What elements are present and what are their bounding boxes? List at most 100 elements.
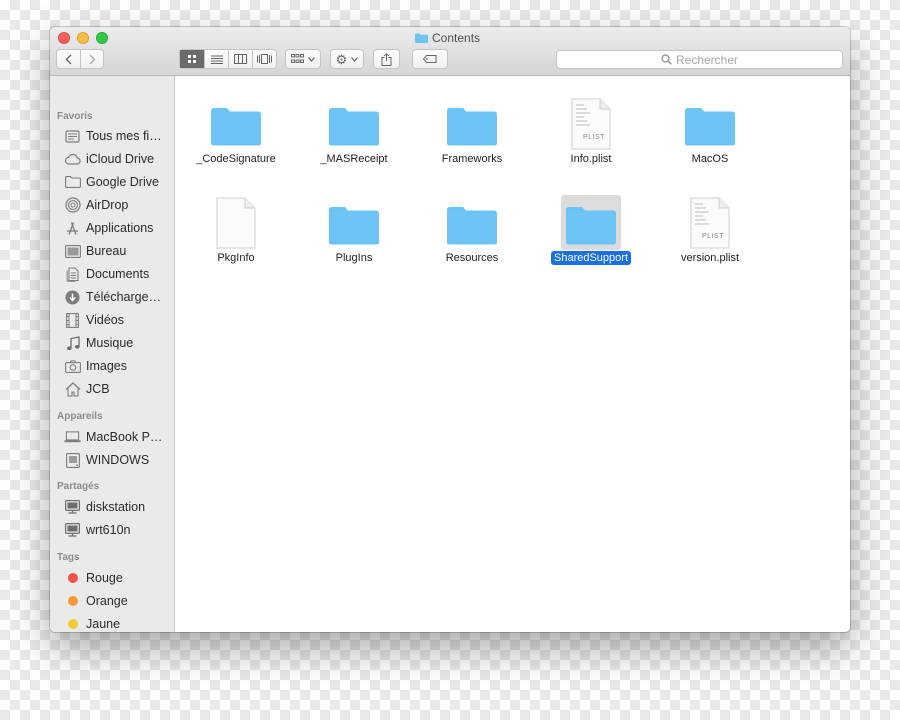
file-thumbnail xyxy=(561,195,621,250)
window-title: Contents xyxy=(415,31,480,45)
file-type-badge: PLIST xyxy=(583,134,605,141)
file-thumbnail: PLIST xyxy=(561,96,621,151)
list-view-button[interactable] xyxy=(204,50,228,68)
column-view-button[interactable] xyxy=(227,50,252,68)
download-icon xyxy=(64,289,81,305)
sidebar-item-images[interactable]: Images xyxy=(50,355,174,377)
file-item[interactable]: SharedSupport xyxy=(532,185,650,275)
sidebar-item-macbook-p[interactable]: MacBook P… xyxy=(50,426,174,448)
coverflow-view-button[interactable] xyxy=(251,50,277,68)
sidebar-item-icloud-drive[interactable]: iCloud Drive xyxy=(50,148,174,170)
file-item[interactable]: _CodeSignature xyxy=(177,86,295,176)
sidebar-item-label: Rouge xyxy=(86,571,123,585)
document-icon xyxy=(216,197,256,249)
sidebar-item-jcb[interactable]: JCB xyxy=(50,378,174,400)
icon-grid-icon xyxy=(188,55,197,63)
file-name-text: _CodeSignature xyxy=(196,153,276,165)
sidebar-item-google-drive[interactable]: Google Drive xyxy=(50,171,174,193)
folder-icon xyxy=(447,108,497,146)
sidebar-heading-partag-s: Partagés xyxy=(57,481,100,492)
file-thumbnail xyxy=(442,195,502,250)
file-item[interactable]: PlugIns xyxy=(295,185,413,275)
folder-icon xyxy=(211,108,261,146)
folder-icon xyxy=(415,33,428,43)
gear-icon: ⚙ xyxy=(335,51,348,67)
forward-button[interactable] xyxy=(80,50,103,68)
sidebar-item-label: Applications xyxy=(86,221,154,235)
all-files-icon xyxy=(64,128,81,144)
file-item[interactable]: PLIST version.plist xyxy=(651,185,769,275)
sidebar-item-orange[interactable]: Orange xyxy=(50,590,174,612)
file-icon-grid: _CodeSignature _MASReceipt Frameworks PLIST… xyxy=(175,76,850,632)
back-button[interactable] xyxy=(57,50,80,68)
tag-button[interactable] xyxy=(412,49,448,69)
sidebar-item-windows[interactable]: WINDOWS xyxy=(50,449,174,471)
desktop-icon xyxy=(64,243,81,259)
plist-document-icon xyxy=(690,197,730,249)
file-name: _CodeSignature xyxy=(177,153,295,165)
icon-view-button[interactable] xyxy=(180,50,205,68)
file-name-text: PkgInfo xyxy=(217,252,255,264)
toolbar: Contents ⚙ Rechercher xyxy=(50,27,850,76)
file-item[interactable]: MacOS xyxy=(651,86,769,176)
file-name-text: MacOS xyxy=(691,153,729,165)
view-mode-control xyxy=(179,49,277,69)
sidebar-item-jaune[interactable]: Jaune xyxy=(50,613,174,632)
action-menu-button[interactable]: ⚙ xyxy=(330,49,364,69)
file-name-text: Frameworks xyxy=(441,153,503,165)
file-item[interactable]: PLIST Info.plist xyxy=(532,86,650,176)
file-thumbnail: PLIST xyxy=(680,195,740,250)
folder-icon xyxy=(447,207,497,245)
file-thumbnail xyxy=(680,96,740,151)
sidebar-item-videos[interactable]: Vidéos xyxy=(50,309,174,331)
server-icon xyxy=(64,522,81,538)
chevron-down-icon xyxy=(308,56,315,62)
arrange-menu-button[interactable] xyxy=(285,49,321,69)
sidebar-item-telecharge[interactable]: Télécharge… xyxy=(50,286,174,308)
sidebar-item-bureau[interactable]: Bureau xyxy=(50,240,174,262)
close-window-button[interactable] xyxy=(58,32,70,44)
file-item[interactable]: _MASReceipt xyxy=(295,86,413,176)
applications-icon xyxy=(64,220,81,236)
sidebar-item-rouge[interactable]: Rouge xyxy=(50,567,174,589)
file-name-text: PlugIns xyxy=(335,252,373,264)
sidebar-item-airdrop[interactable]: AirDrop xyxy=(50,194,174,216)
file-item[interactable]: Resources xyxy=(413,185,531,275)
music-icon xyxy=(64,335,81,351)
disk-icon xyxy=(64,452,81,468)
sidebar-item-label: iCloud Drive xyxy=(86,152,155,166)
file-name-text: Info.plist xyxy=(570,153,612,165)
sidebar-item-tous-mes-fi[interactable]: Tous mes fi… xyxy=(50,125,174,147)
laptop-icon xyxy=(64,429,81,445)
share-button[interactable] xyxy=(373,49,400,69)
minimize-window-button[interactable] xyxy=(77,32,89,44)
file-name: Frameworks xyxy=(413,153,531,165)
back-forward-control xyxy=(56,49,104,69)
sidebar-item-musique[interactable]: Musique xyxy=(50,332,174,354)
sidebar-item-label: Tous mes fi… xyxy=(86,129,162,143)
sidebar-item-label: Google Drive xyxy=(86,175,159,189)
sidebar-item-applications[interactable]: Applications xyxy=(50,217,174,239)
tag-dot-icon xyxy=(64,616,81,632)
file-item[interactable]: Frameworks xyxy=(413,86,531,176)
sidebar-item-label: Documents xyxy=(86,267,150,281)
file-name-text: _MASReceipt xyxy=(320,153,388,165)
search-icon xyxy=(661,54,672,65)
file-thumbnail xyxy=(206,96,266,151)
film-icon xyxy=(64,312,81,328)
cloud-icon xyxy=(64,151,81,167)
folder-icon xyxy=(329,207,379,245)
fullscreen-window-button[interactable] xyxy=(96,32,108,44)
sidebar-item-label: Orange xyxy=(86,594,128,608)
columns-icon xyxy=(233,54,247,64)
file-item[interactable]: PkgInfo xyxy=(177,185,295,275)
sidebar-item-documents[interactable]: Documents xyxy=(50,263,174,285)
sidebar-item-label: Vidéos xyxy=(86,313,124,327)
sidebar: Favoris Tous mes fi… iCloud Drive Google Dr… xyxy=(50,76,175,632)
chevron-down-icon xyxy=(351,56,359,62)
tag-dot-icon xyxy=(64,570,81,586)
file-name: SharedSupport xyxy=(532,251,650,265)
sidebar-item-diskstation[interactable]: diskstation xyxy=(50,496,174,518)
search-field[interactable]: Rechercher xyxy=(556,50,843,69)
sidebar-item-wrt610n[interactable]: wrt610n xyxy=(50,519,174,541)
